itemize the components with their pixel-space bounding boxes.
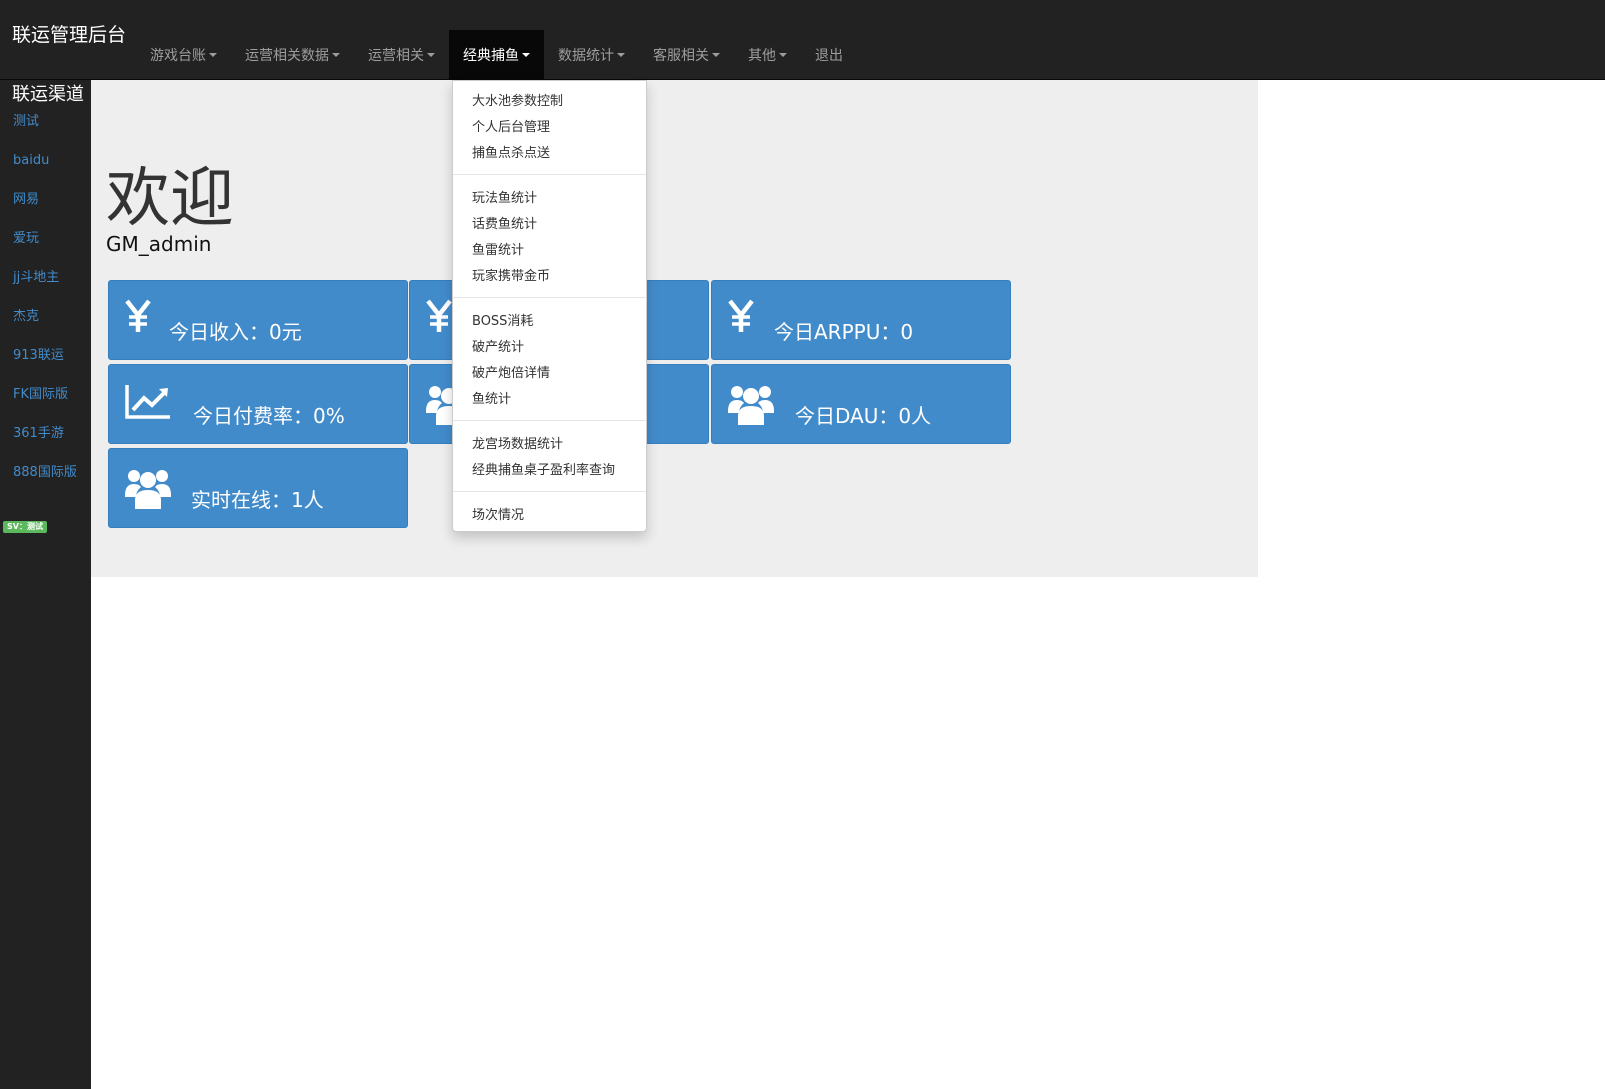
- nav-item-ops[interactable]: 运营相关: [354, 30, 449, 80]
- top-navbar: 联运管理后台 游戏台账 运营相关数据 运营相关 经典捕鱼 数据统计 客服相关 其…: [0, 0, 1605, 80]
- classic-fishing-dropdown: 大水池参数控制 个人后台管理 捕鱼点杀点送 玩法鱼统计 话费鱼统计 鱼雷统计 玩…: [452, 80, 647, 532]
- yen-icon: [728, 299, 754, 337]
- nav-item-classic-fishing[interactable]: 经典捕鱼: [449, 30, 544, 80]
- stat-label: 今日ARPPU：0: [774, 320, 914, 344]
- channel-list: 测试 baidu 网易 爱玩 jj斗地主 杰克 913联运 FK国际版 361手…: [13, 112, 87, 502]
- caret-down-icon: [209, 53, 217, 57]
- username: GM_admin: [106, 232, 212, 256]
- menu-item-personal-admin[interactable]: 个人后台管理: [472, 116, 550, 135]
- menu-divider: [453, 174, 646, 175]
- sidebar-item-test[interactable]: 测试: [13, 112, 87, 151]
- sidebar-item-jj-doudizhu[interactable]: jj斗地主: [13, 268, 87, 307]
- caret-down-icon: [779, 53, 787, 57]
- menu-item-dragon-palace[interactable]: 龙宫场数据统计: [472, 433, 563, 452]
- menu-item-playmode-fish[interactable]: 玩法鱼统计: [472, 187, 537, 206]
- users-icon: [125, 467, 171, 513]
- menu-item-bankrupt-cannon[interactable]: 破产炮倍详情: [472, 362, 550, 381]
- menu-item-fish-stats[interactable]: 鱼统计: [472, 388, 511, 407]
- stat-label: 今日DAU：0人: [795, 404, 932, 428]
- menu-item-player-coins[interactable]: 玩家携带金币: [472, 265, 550, 284]
- stat-card-online[interactable]: 实时在线：1人: [108, 448, 408, 528]
- menu-item-phonecredit-fish[interactable]: 话费鱼统计: [472, 213, 537, 232]
- server-badge: SV：测试: [3, 521, 47, 533]
- caret-down-icon: [427, 53, 435, 57]
- menu-item-kill-send[interactable]: 捕鱼点杀点送: [472, 142, 550, 161]
- caret-down-icon: [332, 53, 340, 57]
- sidebar-item-888-intl[interactable]: 888国际版: [13, 463, 87, 502]
- caret-down-icon: [617, 53, 625, 57]
- stat-card-dau[interactable]: 今日DAU：0人: [711, 364, 1011, 444]
- menu-divider: [453, 491, 646, 492]
- brand-title[interactable]: 联运管理后台: [12, 20, 126, 47]
- menu-item-torpedo[interactable]: 鱼雷统计: [472, 239, 524, 258]
- stat-card-pay-rate[interactable]: 今日付费率：0%: [108, 364, 408, 444]
- welcome-heading: 欢迎: [106, 162, 234, 236]
- welcome-panel: 欢迎 GM_admin 今日收入：0元 今日ARPPU：0 今日付费率：0% 今…: [91, 80, 1258, 577]
- menu-divider: [453, 297, 646, 298]
- stat-card-income[interactable]: 今日收入：0元: [108, 280, 408, 360]
- nav-item-statistics[interactable]: 数据统计: [544, 30, 639, 80]
- yen-icon: [125, 299, 151, 337]
- stat-label: 实时在线：1人: [191, 488, 324, 512]
- sidebar-title: 联运渠道: [12, 84, 84, 105]
- sidebar-item-netease[interactable]: 网易: [13, 190, 87, 229]
- yen-icon: [426, 299, 452, 337]
- sidebar-item-baidu[interactable]: baidu: [13, 151, 87, 190]
- menu-item-boss-consume[interactable]: BOSS消耗: [472, 310, 533, 329]
- menu-item-pool-params[interactable]: 大水池参数控制: [472, 90, 563, 109]
- sidebar: 联运渠道 测试 baidu 网易 爱玩 jj斗地主 杰克 913联运 FK国际版…: [0, 80, 91, 1089]
- sidebar-item-jack[interactable]: 杰克: [13, 307, 87, 346]
- nav-item-ops-data[interactable]: 运营相关数据: [231, 30, 354, 80]
- stat-label: 今日付费率：0%: [193, 404, 345, 428]
- sidebar-item-fk-intl[interactable]: FK国际版: [13, 385, 87, 424]
- sidebar-item-361[interactable]: 361手游: [13, 424, 87, 463]
- nav-item-logout[interactable]: 退出: [801, 30, 857, 80]
- stat-card-arppu[interactable]: 今日ARPPU：0: [711, 280, 1011, 360]
- sidebar-item-913[interactable]: 913联运: [13, 346, 87, 385]
- main-nav: 游戏台账 运营相关数据 运营相关 经典捕鱼 数据统计 客服相关 其他 退出: [136, 30, 857, 80]
- users-icon: [728, 383, 774, 429]
- nav-item-game-ledger[interactable]: 游戏台账: [136, 30, 231, 80]
- line-chart-icon: [125, 383, 171, 423]
- caret-down-icon: [712, 53, 720, 57]
- menu-item-session-status[interactable]: 场次情况: [472, 504, 524, 523]
- menu-divider: [453, 420, 646, 421]
- caret-down-icon: [522, 53, 530, 57]
- sidebar-item-aiwan[interactable]: 爱玩: [13, 229, 87, 268]
- menu-item-table-profit[interactable]: 经典捕鱼桌子盈利率查询: [472, 459, 615, 478]
- nav-item-customer-service[interactable]: 客服相关: [639, 30, 734, 80]
- stat-label: 今日收入：0元: [169, 320, 302, 344]
- nav-item-other[interactable]: 其他: [734, 30, 801, 80]
- menu-item-bankrupt-stats[interactable]: 破产统计: [472, 336, 524, 355]
